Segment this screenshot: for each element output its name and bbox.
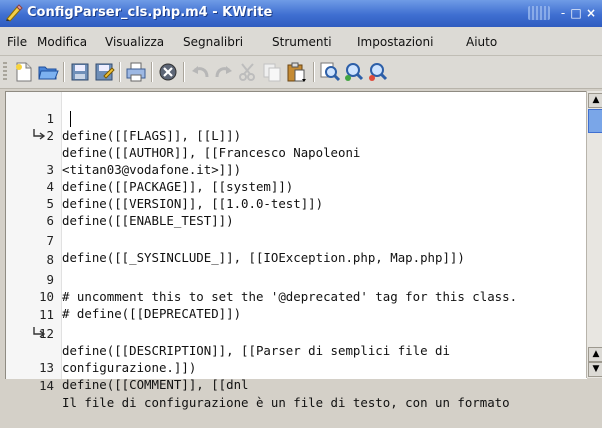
code-line: 8 xyxy=(6,234,586,267)
new-document-icon[interactable] xyxy=(13,61,35,83)
code-line: 7 define([[_SYSINCLUDE_]], [[IOException… xyxy=(6,215,586,265)
find-previous-icon[interactable] xyxy=(367,61,389,83)
print-icon[interactable] xyxy=(125,61,147,83)
window-title: ConfigParser_cls.php.m4 - KWrite xyxy=(27,5,273,20)
find-icon[interactable] xyxy=(319,61,341,83)
scrollbar-thumb[interactable] xyxy=(588,109,602,133)
close-button[interactable]: × xyxy=(585,6,597,20)
main-toolbar xyxy=(0,56,602,89)
open-folder-icon[interactable] xyxy=(37,61,59,83)
find-next-icon[interactable] xyxy=(343,61,365,83)
toolbar-separator xyxy=(183,62,185,82)
code-line: 11 xyxy=(6,289,586,322)
wrap-arrow-icon xyxy=(33,129,46,140)
line-number: 14 xyxy=(39,378,54,393)
toolbar-separator xyxy=(119,62,121,82)
menu-visualizza[interactable]: Visualizza xyxy=(105,35,164,49)
wrap-arrow-icon xyxy=(33,327,46,338)
menu-segnalibri[interactable]: Segnalibri xyxy=(183,35,243,49)
line-text: define([[COMMENT]], [[dnl xyxy=(62,377,249,392)
code-line: 14 Il file di configurazione è un file d… xyxy=(6,360,586,410)
code-line: 2 define([[AUTHOR]], [[Francesco Napoleo… xyxy=(6,110,586,160)
title-bar[interactable]: ConfigParser_cls.php.m4 - KWrite - □ × xyxy=(0,0,602,28)
code-line: 9 # uncomment this to set the '@deprecat… xyxy=(6,254,586,304)
maximize-button[interactable]: □ xyxy=(570,6,582,20)
scroll-up-arrow-icon[interactable]: ▲ xyxy=(588,93,602,108)
code-line: 6 xyxy=(6,195,586,228)
copy-icon[interactable] xyxy=(261,61,283,83)
redo-icon[interactable] xyxy=(213,61,235,83)
code-line: 5 define([[ENABLE_TEST]]) xyxy=(6,178,586,228)
toolbar-separator xyxy=(313,62,315,82)
menu-modifica[interactable]: Modifica xyxy=(37,35,87,49)
toolbar-separator xyxy=(63,62,65,82)
window-menu-button[interactable] xyxy=(528,6,550,20)
code-line: 12 define([[DESCRIPTION]], [[Parser di s… xyxy=(6,308,586,358)
scroll-down-arrow-icon[interactable]: ▼ xyxy=(588,362,602,377)
menu-aiuto[interactable]: Aiuto xyxy=(466,35,497,49)
code-line: <titan03@vodafone.it>]]) xyxy=(6,127,586,177)
scroll-up-arrow-icon[interactable]: ▲ xyxy=(588,347,602,362)
code-line: 13 define([[COMMENT]], [[dnl xyxy=(6,342,586,392)
kwrite-icon xyxy=(6,4,23,22)
code-line: configurazione.]]) xyxy=(6,325,586,375)
menu-bar: File Modifica Visualizza Segnalibri Stru… xyxy=(0,27,602,56)
text-cursor xyxy=(70,111,71,127)
code-line: 3 define([[PACKAGE]], [[system]]) xyxy=(6,144,586,194)
line-text: Il file di configurazione è un file di t… xyxy=(62,395,510,410)
save-icon[interactable] xyxy=(69,61,91,83)
toolbar-handle[interactable] xyxy=(3,62,7,82)
code-line: 4 define([[VERSION]], [[1.0.0-test]]) xyxy=(6,161,586,211)
code-line: 1 define([[FLAGS]], [[L]]) xyxy=(6,93,586,143)
code-line: 10 # define([[DEPRECATED]]) xyxy=(6,271,586,321)
paste-icon[interactable] xyxy=(285,61,307,83)
toolbar-separator xyxy=(151,62,153,82)
menu-impostazioni[interactable]: Impostazioni xyxy=(357,35,433,49)
save-as-icon[interactable] xyxy=(93,61,115,83)
close-document-icon[interactable] xyxy=(157,61,179,83)
text-editor[interactable]: 1 define([[FLAGS]], [[L]]) 2 define([[AU… xyxy=(5,91,587,410)
undo-icon[interactable] xyxy=(189,61,211,83)
menu-strumenti[interactable]: Strumenti xyxy=(272,35,332,49)
minimize-button[interactable]: - xyxy=(557,6,569,20)
menu-file[interactable]: File xyxy=(7,35,27,49)
vertical-scrollbar[interactable]: ▲ ▲ ▼ xyxy=(586,91,602,378)
cut-icon[interactable] xyxy=(237,61,259,83)
